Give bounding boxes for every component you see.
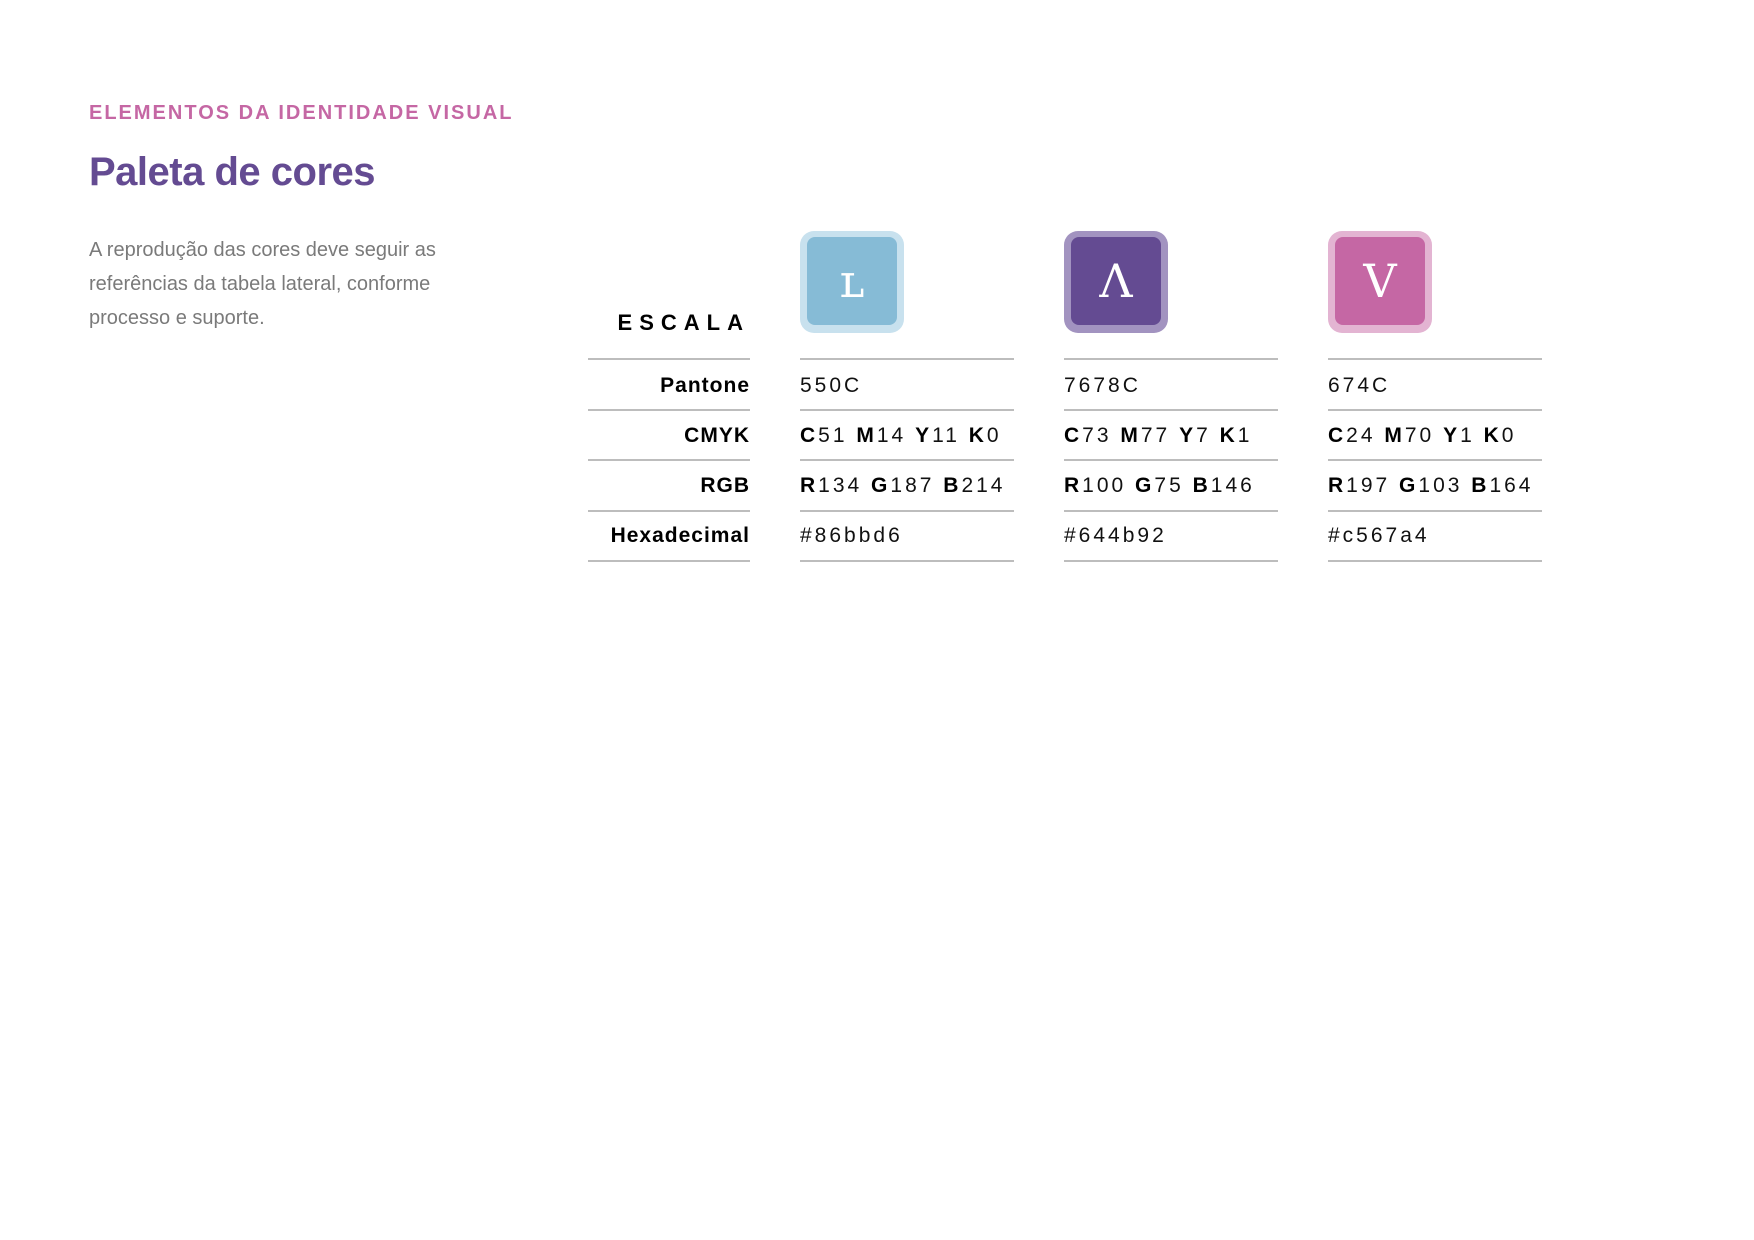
swatch-fill: ʟ — [807, 237, 897, 325]
scale-label: ESCALA — [617, 310, 750, 335]
rgb-r-value: 134 — [818, 474, 872, 497]
pantone-value: 674C — [1328, 374, 1391, 397]
cmyk-m-value: 70 — [1404, 424, 1444, 447]
rgb-r-value: 197 — [1346, 474, 1400, 497]
rgb-r-letter: R — [800, 474, 819, 497]
cmyk-y-value: 1 — [1460, 424, 1484, 447]
rgb-b-value: 214 — [961, 474, 1006, 497]
swatch-glyph: ʟ — [839, 254, 865, 308]
value-divider — [800, 358, 1014, 360]
rgb-r-letter: R — [1064, 474, 1083, 497]
cmyk-c-letter: C — [1328, 424, 1347, 447]
row-label-pantone: Pantone — [660, 374, 750, 397]
cmyk-m-letter: M — [1120, 424, 1141, 447]
rgb-g-letter: G — [1135, 474, 1155, 497]
cmyk-y-value: 7 — [1196, 424, 1220, 447]
rgb-b-letter: B — [1192, 474, 1211, 497]
cmyk-value: C73 M77 Y7 K1 — [1064, 411, 1252, 461]
cmyk-value: C51 M14 Y11 K0 — [800, 411, 1002, 461]
cmyk-k-letter: K — [968, 424, 987, 447]
color-swatch: ʟ — [800, 231, 904, 333]
cmyk-y-letter: Y — [1443, 424, 1461, 447]
rgb-g-letter: G — [871, 474, 891, 497]
cmyk-k-value: 0 — [986, 424, 1002, 447]
cmyk-y-value: 11 — [932, 424, 969, 447]
cmyk-m-letter: M — [856, 424, 877, 447]
rgb-b-letter: B — [943, 474, 962, 497]
rgb-b-value: 146 — [1210, 474, 1255, 497]
rgb-value: R134 G187 B214 — [800, 461, 1005, 511]
row-label-rgb: RGB — [700, 474, 750, 497]
hex-value: #c567a4 — [1328, 524, 1430, 547]
cmyk-k-value: 1 — [1237, 424, 1253, 447]
pantone-value: 7678C — [1064, 374, 1141, 397]
label-divider — [588, 358, 750, 360]
rgb-r-value: 100 — [1082, 474, 1136, 497]
cmyk-c-letter: C — [1064, 424, 1083, 447]
pantone-value: 550C — [800, 374, 863, 397]
rgb-value: R100 G75 B146 — [1064, 461, 1255, 511]
color-swatch: Λ — [1064, 231, 1168, 333]
cmyk-value: C24 M70 Y1 K0 — [1328, 411, 1516, 461]
cmyk-m-value: 14 — [876, 424, 916, 447]
rgb-b-value: 164 — [1489, 474, 1534, 497]
cmyk-k-value: 0 — [1501, 424, 1517, 447]
swatch-fill: Λ — [1071, 237, 1161, 325]
cmyk-c-value: 73 — [1082, 424, 1121, 447]
cmyk-c-letter: C — [800, 424, 819, 447]
cmyk-k-letter: K — [1483, 424, 1502, 447]
hex-value: #644b92 — [1064, 524, 1167, 547]
rgb-b-letter: B — [1471, 474, 1490, 497]
section-eyebrow: ELEMENTOS DA IDENTIDADE VISUAL — [89, 102, 514, 124]
cmyk-m-letter: M — [1384, 424, 1405, 447]
row-label-cmyk: CMYK — [684, 424, 750, 447]
value-divider — [1328, 358, 1542, 360]
rgb-value: R197 G103 B164 — [1328, 461, 1533, 511]
label-divider — [588, 560, 750, 562]
rgb-g-value: 187 — [890, 474, 944, 497]
cmyk-y-letter: Y — [915, 424, 933, 447]
cmyk-m-value: 77 — [1140, 424, 1180, 447]
cmyk-y-letter: Y — [1179, 424, 1197, 447]
cmyk-c-value: 51 — [818, 424, 857, 447]
cmyk-c-value: 24 — [1346, 424, 1385, 447]
swatch-glyph: Λ — [1099, 254, 1133, 308]
swatch-fill: V — [1335, 237, 1425, 325]
rgb-g-value: 103 — [1418, 474, 1472, 497]
page-title: Paleta de cores — [89, 150, 376, 194]
cmyk-k-letter: K — [1219, 424, 1238, 447]
rgb-g-letter: G — [1399, 474, 1419, 497]
swatch-glyph: V — [1363, 254, 1397, 308]
row-label-hex: Hexadecimal — [610, 524, 750, 547]
rgb-g-value: 75 — [1154, 474, 1193, 497]
hex-value: #86bbd6 — [800, 524, 903, 547]
description-text: A reprodução das cores deve seguir as re… — [89, 239, 436, 329]
color-swatch: V — [1328, 231, 1432, 333]
rgb-r-letter: R — [1328, 474, 1347, 497]
value-divider — [1064, 358, 1278, 360]
